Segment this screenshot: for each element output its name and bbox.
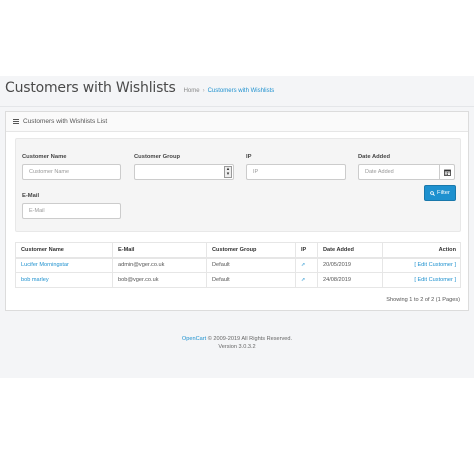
column-ip[interactable]: IP (295, 242, 318, 259)
date-added-cell: 24/08/2019 (317, 272, 383, 288)
ip-cell[interactable]: ⇗ (295, 272, 318, 288)
customer-name-label: Customer Name (22, 154, 67, 160)
date-added-input[interactable]: Date Added (358, 164, 440, 180)
opencart-link[interactable]: OpenCart (182, 336, 206, 342)
breadcrumb-separator: › (202, 88, 205, 94)
ip-label: IP (246, 154, 252, 160)
table-row: bob marley bob@vger.co.uk Default ⇗ 24/0… (15, 272, 461, 288)
customer-name-cell[interactable]: Lucifer Morningstar (15, 257, 113, 273)
action-cell: [ Edit Customer ] (382, 257, 461, 273)
customers-table: Customer Name E-Mail Customer Group IP D… (15, 242, 461, 288)
email-cell: bob@vger.co.uk (112, 272, 207, 288)
ip-input[interactable]: IP (246, 164, 346, 180)
wishlist-panel: Customers with Wishlists List Customer N… (5, 111, 469, 311)
date-added-cell: 20/05/2019 (317, 257, 383, 273)
action-cell: [ Edit Customer ] (382, 272, 461, 288)
customer-name-link[interactable]: bob marley (21, 277, 49, 283)
list-icon (13, 119, 19, 124)
calendar-icon (443, 169, 451, 176)
footer: OpenCart © 2009-2019 All Rights Reserved… (0, 335, 474, 351)
calendar-button[interactable] (439, 164, 455, 180)
column-email[interactable]: E-Mail (112, 242, 207, 259)
filter-button-label: Filter (437, 190, 450, 196)
filter-button[interactable]: Filter (424, 185, 456, 201)
edit-customer-link[interactable]: [ Edit Customer ] (414, 262, 456, 268)
breadcrumb: Home › Customers with Wishlists (184, 88, 275, 94)
breadcrumb-home[interactable]: Home (184, 88, 200, 94)
email-cell: admin@vger.co.uk (112, 257, 207, 273)
customer-group-select[interactable]: ▴ ▾ (134, 164, 234, 180)
external-link-icon[interactable]: ⇗ (301, 277, 305, 283)
column-customer-name[interactable]: Customer Name (15, 242, 113, 259)
header-divider (0, 106, 474, 107)
breadcrumb-current[interactable]: Customers with Wishlists (208, 88, 275, 94)
footer-copyright: © 2009-2019 All Rights Reserved. (207, 336, 293, 342)
column-customer-group[interactable]: Customer Group (206, 242, 296, 259)
customer-group-label: Customer Group (134, 154, 181, 160)
filter-form: Customer Name Customer Name Customer Gro… (15, 138, 461, 232)
page-title: Customers with Wishlists (5, 80, 176, 96)
panel-heading: Customers with Wishlists List (6, 112, 468, 132)
footer-version: Version 3.0.3.2 (218, 344, 256, 350)
ip-cell[interactable]: ⇗ (295, 257, 318, 273)
table-row: Lucifer Morningstar admin@vger.co.uk Def… (15, 257, 461, 273)
customer-group-cell: Default (206, 272, 296, 288)
table-header-row: Customer Name E-Mail Customer Group IP D… (15, 242, 461, 259)
date-added-label: Date Added (358, 154, 390, 160)
external-link-icon[interactable]: ⇗ (301, 262, 305, 268)
search-icon (430, 190, 435, 196)
edit-customer-link[interactable]: [ Edit Customer ] (414, 277, 456, 283)
column-date-added[interactable]: Date Added (317, 242, 383, 259)
chevron-down-icon: ▴ ▾ (224, 166, 232, 178)
panel-title: Customers with Wishlists List (23, 118, 108, 125)
customer-name-cell[interactable]: bob marley (15, 272, 113, 288)
page-header: Customers with Wishlists Home › Customer… (5, 80, 274, 102)
customer-name-input[interactable]: Customer Name (22, 164, 121, 180)
email-label: E-Mail (22, 193, 40, 199)
pagination-info: Showing 1 to 2 of 2 (1 Pages) (386, 297, 460, 303)
customer-group-cell: Default (206, 257, 296, 273)
column-action: Action (382, 242, 461, 259)
customer-name-link[interactable]: Lucifer Morningstar (21, 262, 69, 268)
footer-copyright-line: OpenCart © 2009-2019 All Rights Reserved… (0, 335, 474, 343)
email-input[interactable]: E-Mail (22, 203, 121, 219)
